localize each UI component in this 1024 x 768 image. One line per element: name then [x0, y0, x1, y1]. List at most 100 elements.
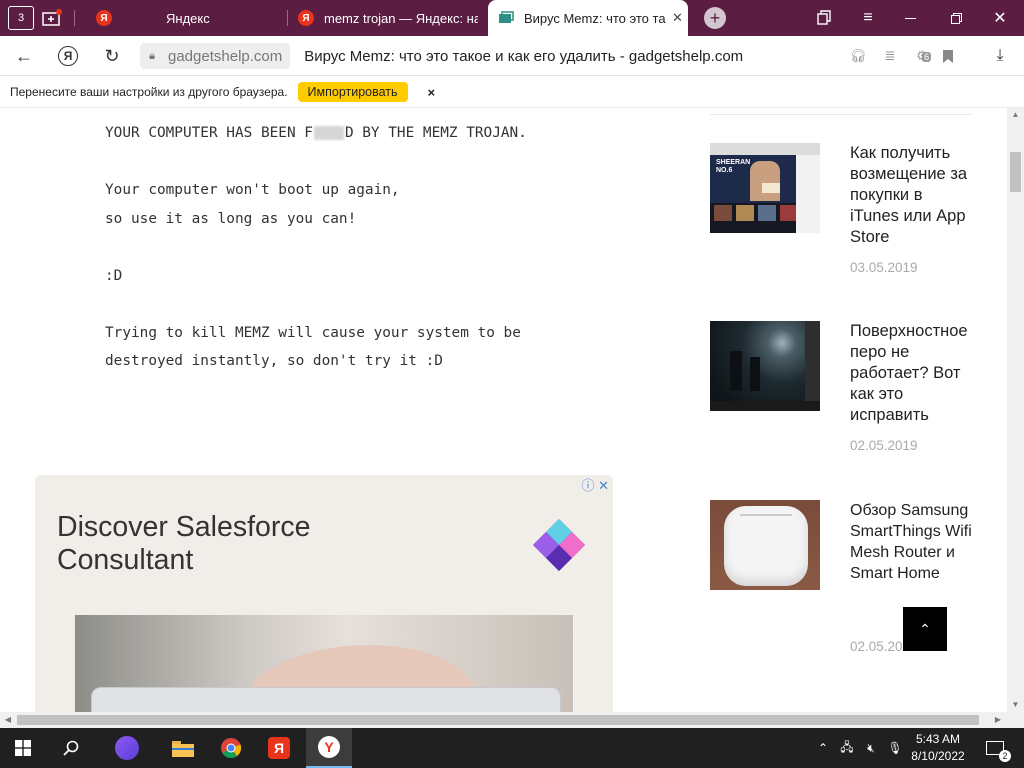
ad-logo-icon: [533, 519, 585, 571]
memz-text: D BY THE MEMZ TROJAN.: [344, 125, 527, 141]
bookmarks-panel-button[interactable]: [806, 0, 842, 36]
tab-memz-article[interactable]: Вирус Memz: что это та ✕: [488, 0, 688, 36]
tabs-counter-button[interactable]: 3: [8, 6, 34, 30]
chrome-icon: [221, 738, 242, 759]
tab-label: Вирус Memz: что это та: [524, 10, 666, 26]
vertical-scrollbar[interactable]: ▲ ▼: [1007, 108, 1024, 712]
taskbar-alice[interactable]: [104, 728, 150, 768]
network-icon[interactable]: 🖧︎: [836, 728, 858, 768]
back-to-top-button[interactable]: ⌃: [903, 607, 947, 651]
memz-message-line-5: Trying to kill MEMZ will cause your syst…: [105, 325, 521, 341]
yandex-home-button[interactable]: Я: [48, 36, 88, 76]
search-button[interactable]: [48, 728, 94, 768]
tabs-count: 3: [17, 12, 25, 24]
tab-label: Яндекс: [166, 10, 210, 26]
tab-memz-search[interactable]: Я memz trojan — Яндекс: на: [298, 0, 478, 36]
action-center-button[interactable]: 2: [980, 728, 1011, 768]
headphones-icon[interactable]: 🎧︎: [846, 36, 870, 76]
ad-image[interactable]: [75, 615, 573, 712]
ad-image-card: [91, 687, 561, 712]
volume-muted-icon[interactable]: 🔇︎: [860, 728, 882, 768]
infobar-close-button[interactable]: ×: [428, 85, 436, 100]
censored-blur: [313, 126, 344, 140]
copy-icon: [817, 10, 831, 25]
sidebar-article-date: 02.05.2019: [850, 438, 918, 453]
start-button[interactable]: [0, 728, 46, 768]
bookmark-icon[interactable]: [936, 36, 960, 76]
memz-message-line-3: so use it as long as you can!: [105, 211, 357, 227]
download-icon[interactable]: ⤓: [988, 36, 1012, 76]
hamburger-icon: ≡: [863, 9, 873, 26]
yandex-logo-icon: Я: [268, 737, 290, 759]
arrow-left-icon: ←: [15, 45, 33, 66]
sidebar-article-title[interactable]: Как получить возмещение за покупки в iTu…: [850, 143, 972, 248]
scroll-right-arrow-icon[interactable]: ▶: [990, 712, 1006, 728]
memz-message-line-4: :D: [105, 268, 123, 284]
chevron-up-icon: ⌃: [919, 620, 931, 637]
scroll-down-arrow-icon[interactable]: ▼: [1007, 698, 1024, 712]
scroll-up-arrow-icon[interactable]: ▲: [1007, 108, 1024, 122]
sidebar-article-1[interactable]: SHEERAN NO.6 Как получить возмещение за п…: [710, 143, 980, 283]
show-hidden-icons-button[interactable]: ⌃: [812, 728, 834, 768]
url-page-title: Вирус Memz: что это такое и как его удал…: [304, 47, 744, 65]
ad-choices-icon[interactable]: ⓘ ✕: [581, 475, 609, 494]
article-thumbnail-itunes[interactable]: SHEERAN NO.6: [710, 143, 820, 233]
memz-message-line-2: Your computer won't boot up again,: [105, 182, 400, 198]
restore-button[interactable]: [938, 0, 974, 36]
gadgetshelp-favicon-icon: [499, 11, 514, 23]
search-icon: [63, 740, 79, 756]
import-button[interactable]: Импортировать: [297, 82, 408, 102]
address-bar: ← Я ↻ 🔒︎ gadgetshelp.com Вирус Memz: что…: [0, 36, 1024, 76]
taskbar-file-explorer[interactable]: [160, 728, 206, 768]
memz-text: YOUR COMPUTER HAS BEEN F: [105, 125, 313, 141]
lock-icon[interactable]: 🔒︎: [140, 43, 164, 69]
reload-icon: ↻: [104, 45, 120, 66]
minimize-button[interactable]: [892, 0, 928, 36]
system-clock[interactable]: 5:43 AM 8/10/2022: [908, 731, 968, 765]
new-tab-group-button[interactable]: [40, 6, 64, 30]
sidebar-divider: [710, 114, 972, 115]
alice-icon: [115, 736, 139, 760]
notifications-icon: 2: [986, 741, 1011, 762]
horizontal-scrollbar[interactable]: ◀ ▶: [0, 712, 1007, 728]
vertical-scroll-thumb[interactable]: [1010, 152, 1021, 192]
close-window-button[interactable]: ✕: [982, 0, 1018, 36]
url-domain: gadgetshelp.com: [164, 43, 291, 69]
menu-button[interactable]: ≡: [850, 0, 886, 36]
ad-title[interactable]: Discover Salesforce Consultant: [57, 511, 377, 577]
memz-message-line-6: destroyed instantly, so don't try it :D: [105, 353, 443, 369]
sidebar-article-2[interactable]: Поверхностное перо не работает? Вот как …: [710, 321, 980, 461]
close-tab-icon[interactable]: ✕: [672, 10, 683, 26]
minimize-icon: [904, 17, 916, 19]
scroll-left-arrow-icon[interactable]: ◀: [0, 712, 16, 728]
taskbar-chrome[interactable]: [208, 728, 254, 768]
clock-date: 8/10/2022: [911, 749, 965, 763]
sidebar-article-title[interactable]: Поверхностное перо не работает? Вот как …: [850, 321, 972, 426]
infobar-message: Перенесите ваши настройки из другого бра…: [10, 85, 288, 99]
chevron-up-icon: ⌃: [817, 741, 829, 755]
restore-icon: [950, 12, 962, 24]
article-thumbnail-surface[interactable]: [710, 321, 820, 411]
import-infobar: Перенесите ваши настройки из другого бра…: [0, 77, 1024, 108]
advertisement[interactable]: ⓘ ✕ Discover Salesforce Consultant: [35, 475, 613, 712]
new-tab-button[interactable]: +: [704, 7, 726, 29]
downloads-badge: 6: [922, 52, 932, 62]
taskbar-yandex-browser[interactable]: Y: [306, 728, 352, 768]
tab-yandex[interactable]: Я Яндекс: [96, 0, 282, 36]
page-content: YOUR COMPUTER HAS BEEN F D BY THE MEMZ TR…: [0, 108, 1007, 712]
reload-button[interactable]: ↻: [92, 36, 132, 76]
yandex-logo-icon: Я: [96, 10, 112, 26]
back-button[interactable]: ←: [4, 36, 44, 76]
article-thumbnail-smartthings[interactable]: [710, 500, 820, 590]
bookmark-shape: [943, 49, 953, 63]
taskbar-yandex[interactable]: Я: [256, 728, 302, 768]
reader-mode-icon[interactable]: ≣: [878, 36, 902, 76]
memz-message-line-1: YOUR COMPUTER HAS BEEN F D BY THE MEMZ TR…: [105, 125, 527, 141]
tab-label: memz trojan — Яндекс: на: [324, 10, 478, 26]
taskbar: Я Y ⌃ 🖧︎ 🔇︎ 🎙︎ 5:43 AM 8/10/2022 2: [0, 728, 1024, 768]
horizontal-scroll-thumb[interactable]: [17, 715, 979, 725]
protect-icon[interactable]: ⚙6: [910, 36, 934, 76]
sidebar-article-date: 03.05.2019: [850, 260, 918, 275]
tab-separator: [74, 10, 75, 26]
microphone-icon[interactable]: 🎙︎: [884, 728, 906, 768]
